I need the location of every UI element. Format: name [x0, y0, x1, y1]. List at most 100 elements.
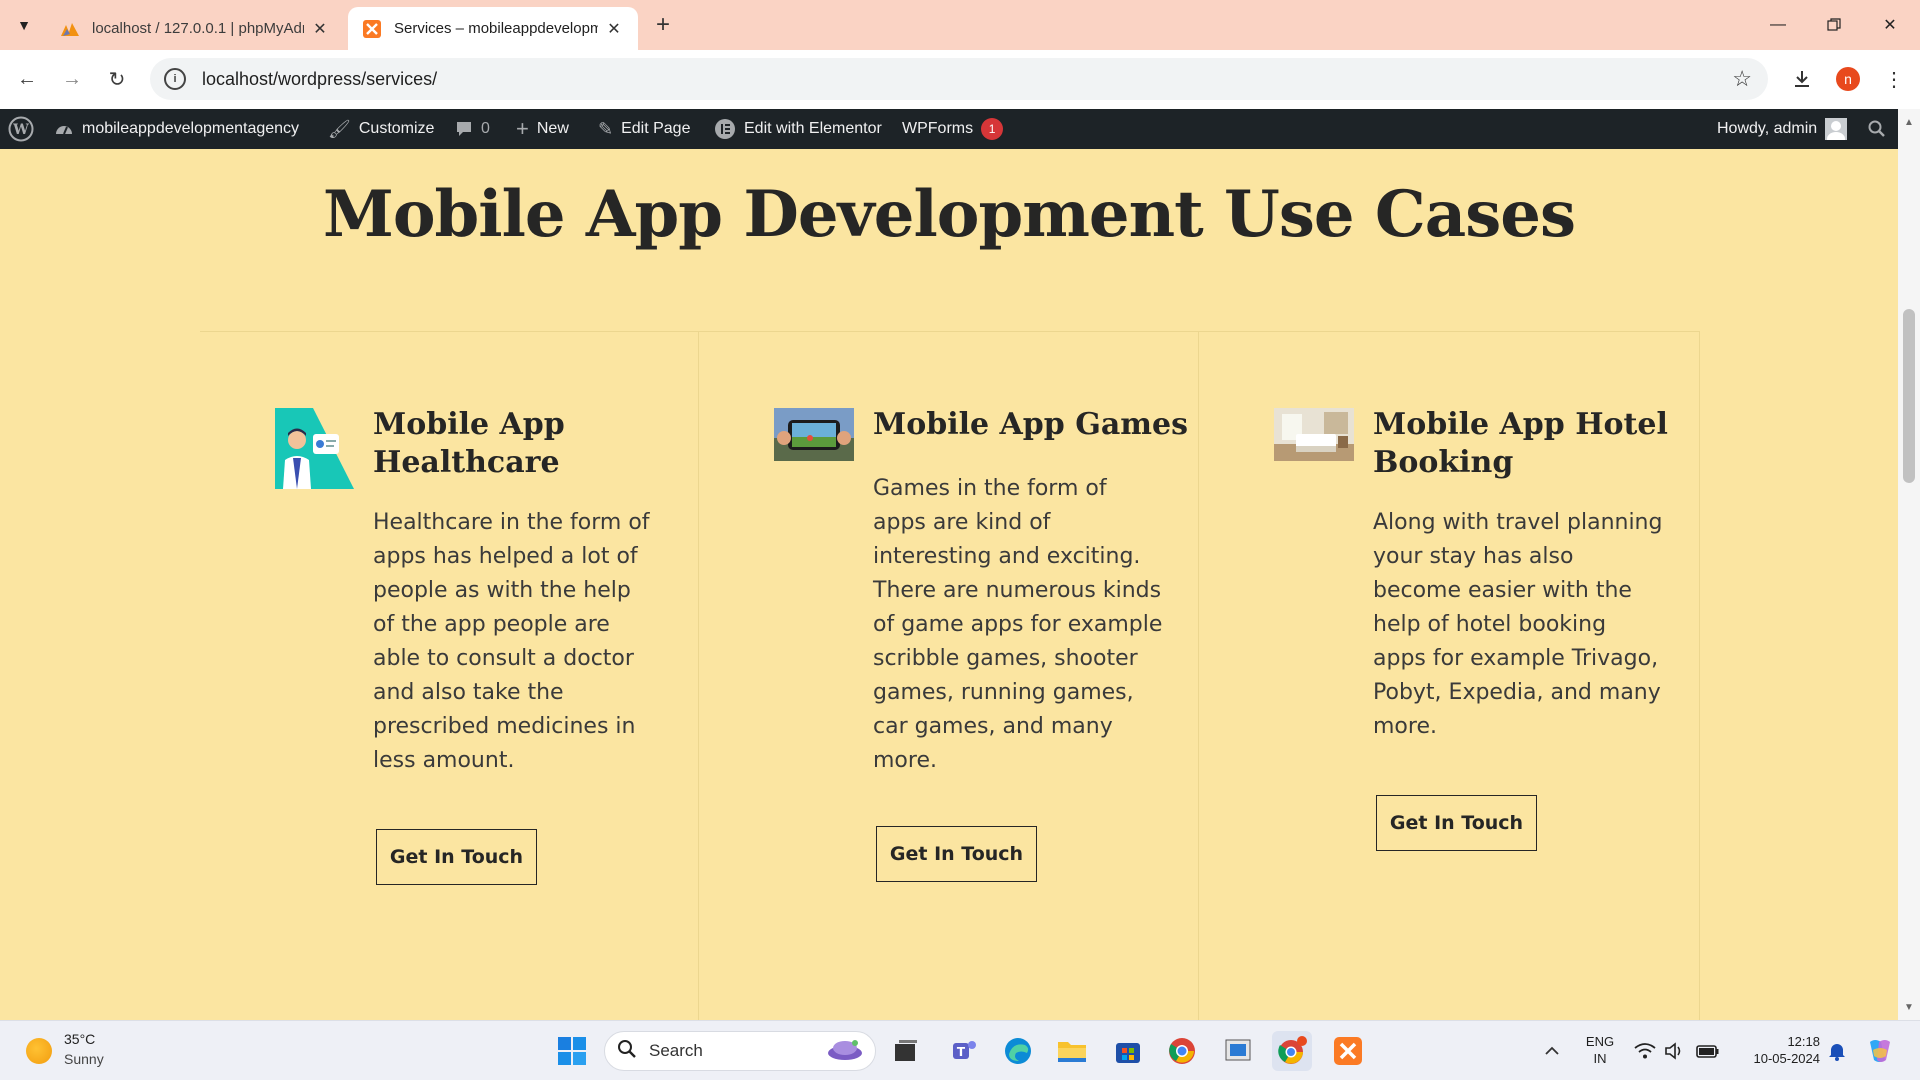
forward-icon[interactable]: → [57, 64, 87, 94]
tab-phpmyadmin[interactable]: localhost / 127.0.0.1 | phpMyAdmin ✕ [46, 7, 344, 50]
card-title-games: Mobile App Games [873, 407, 1188, 442]
new-label: New [536, 120, 569, 137]
phpmyadmin-icon [60, 19, 80, 39]
dashboard-icon [54, 120, 74, 138]
xampp-icon [362, 19, 382, 39]
site-info-icon[interactable]: i [164, 68, 186, 90]
weather-temp: 35°C [64, 1031, 96, 1047]
tab-services[interactable]: Services – mobileappdevelopmentagency ✕ [348, 7, 638, 50]
hotel-room-photo [1274, 408, 1354, 461]
chrome-profile-icon[interactable] [1272, 1031, 1312, 1071]
customize-label: Customize [358, 120, 435, 137]
chrome-icon[interactable] [1162, 1031, 1202, 1071]
clock[interactable]: 12:18 10-05-2024 [1730, 1033, 1821, 1067]
notification-bell-icon[interactable] [1822, 1031, 1852, 1071]
edge-icon[interactable] [998, 1031, 1038, 1071]
lang-top: ENG [1585, 1034, 1615, 1049]
volume-icon[interactable] [1660, 1031, 1690, 1071]
card-text-hotel: Along with travel planning your stay has… [1373, 510, 1663, 739]
close-icon[interactable]: ✕ [310, 19, 330, 39]
grid-divider-2 [1198, 331, 1199, 1020]
battery-icon[interactable] [1692, 1031, 1724, 1071]
card-title-healthcare: Mobile App Healthcare [373, 407, 565, 480]
bookmark-star-icon[interactable]: ☆ [1732, 66, 1752, 92]
grid-divider-1 [698, 331, 699, 1020]
reload-icon[interactable]: ↻ [102, 64, 132, 94]
tab-title: Services – mobileappdevelopmentagency [394, 20, 598, 37]
grid-divider-top [200, 331, 1700, 332]
site-name-label: mobileappdevelopmentagency [82, 120, 300, 137]
svg-text:T: T [957, 1045, 966, 1059]
address-bar[interactable]: i localhost/wordpress/services/ ☆ [150, 58, 1768, 100]
xampp-taskbar-icon[interactable] [1328, 1031, 1368, 1071]
brush-icon: 🖌 [328, 118, 351, 139]
window-close-icon[interactable]: ✕ [1870, 10, 1910, 40]
file-explorer-icon[interactable] [1052, 1031, 1092, 1071]
teams-icon[interactable]: T [944, 1031, 984, 1071]
profile-avatar[interactable]: n [1836, 67, 1860, 91]
browser-tab-strip: ▼ localhost / 127.0.0.1 | phpMyAdmin ✕ S… [0, 0, 1920, 50]
admin-comments[interactable]: 0 [455, 109, 490, 149]
search-highlight-icon [825, 1037, 865, 1066]
close-icon[interactable]: ✕ [604, 19, 624, 39]
windows-taskbar: 35°C Sunny Search T ENG IN 12:18 10-05-2… [0, 1020, 1920, 1080]
comments-count: 0 [481, 120, 490, 137]
weather-desc: Sunny [64, 1051, 104, 1067]
notification-badge: 1 [981, 118, 1004, 140]
edit-elementor-label: Edit with Elementor [744, 120, 882, 137]
admin-edit-elementor[interactable]: Edit with Elementor [714, 109, 882, 149]
lang-bottom: IN [1593, 1051, 1607, 1066]
pencil-icon: ✎ [598, 118, 614, 139]
admin-new[interactable]: + New [516, 109, 569, 149]
admin-search-icon[interactable] [1868, 109, 1886, 149]
search-icon [617, 1039, 637, 1064]
wpforms-label: WPForms [902, 120, 974, 137]
task-view-icon[interactable] [886, 1031, 926, 1071]
admin-wpforms[interactable]: WPForms 1 [902, 109, 1004, 149]
card-title-hotel: Mobile App Hotel Booking [1373, 407, 1668, 480]
admin-site-name[interactable]: mobileappdevelopmentagency [54, 109, 299, 149]
back-icon[interactable]: ← [12, 64, 42, 94]
admin-customize[interactable]: 🖌 Customize [328, 109, 434, 149]
browser-toolbar: ← → ↻ i localhost/wordpress/services/ ☆ … [0, 50, 1920, 109]
remote-desktop-icon[interactable] [1218, 1031, 1258, 1071]
page-title: Mobile App Development Use Cases [322, 177, 1576, 252]
language-indicator[interactable]: ENG IN [1578, 1033, 1622, 1067]
microsoft-store-icon[interactable] [1108, 1031, 1148, 1071]
new-tab-button[interactable]: + [650, 11, 676, 38]
minimize-icon[interactable]: — [1758, 10, 1798, 40]
get-in-touch-button[interactable]: Get In Touch [1376, 795, 1537, 851]
url-text[interactable]: localhost/wordpress/services/ [202, 69, 437, 90]
phone-game-photo [774, 408, 854, 461]
page-scrollbar[interactable]: ▲ ▼ [1898, 109, 1920, 1020]
scroll-down-arrow-icon[interactable]: ▼ [1898, 998, 1920, 1016]
tab-search-button[interactable]: ▼ [10, 11, 38, 39]
wifi-icon[interactable] [1630, 1031, 1660, 1071]
comment-bubble-icon [455, 120, 473, 138]
search-label: Search [649, 1041, 703, 1060]
clock-time: 12:18 [1787, 1034, 1820, 1049]
windows-start-icon[interactable] [552, 1031, 592, 1071]
taskbar-search-input[interactable]: Search [604, 1031, 876, 1071]
restore-icon[interactable] [1814, 10, 1854, 40]
download-icon[interactable] [1788, 65, 1816, 93]
sun-icon [26, 1038, 52, 1064]
edit-page-label: Edit Page [621, 120, 691, 137]
menu-kebab-icon[interactable]: ⋮ [1880, 65, 1908, 93]
scroll-thumb[interactable] [1903, 309, 1915, 483]
page-content: Mobile App Development Use Cases Mobile … [0, 149, 1898, 1020]
wordpress-logo-icon[interactable]: W [8, 109, 34, 149]
copilot-icon[interactable] [1860, 1031, 1900, 1071]
grid-divider-3 [1699, 331, 1700, 1020]
admin-edit-page[interactable]: ✎ Edit Page [598, 109, 690, 149]
clock-date: 10-05-2024 [1753, 1051, 1821, 1066]
tab-title: localhost / 127.0.0.1 | phpMyAdmin [92, 20, 304, 37]
elementor-icon [714, 118, 736, 140]
get-in-touch-button[interactable]: Get In Touch [876, 826, 1037, 882]
scroll-up-arrow-icon[interactable]: ▲ [1898, 113, 1920, 131]
get-in-touch-button[interactable]: Get In Touch [376, 829, 537, 885]
howdy-label: Howdy, admin [1717, 120, 1818, 137]
show-hidden-icons-chevron-icon[interactable] [1532, 1031, 1572, 1071]
doctor-illustration [275, 408, 354, 489]
admin-account[interactable]: Howdy, admin [1717, 109, 1848, 149]
